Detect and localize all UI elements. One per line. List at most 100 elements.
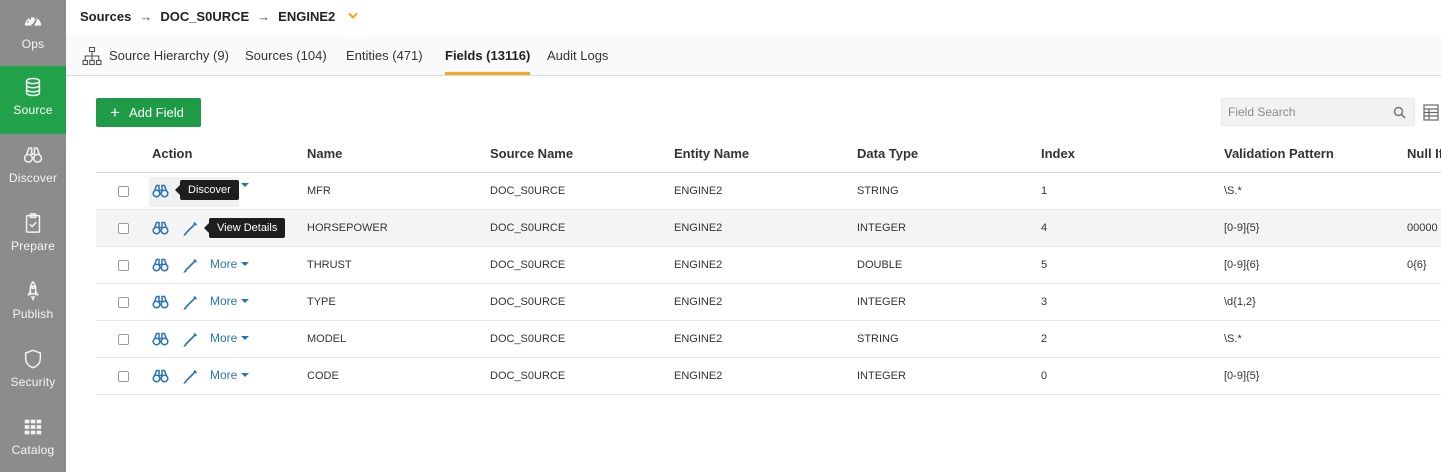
more-dropdown[interactable]: More [210,294,250,308]
table-row[interactable]: More MODEL DOC_S0URCE ENGINE2 STRING 2 \S.* [96,321,1441,358]
validation-pattern-cell: \d{1,2} [1224,296,1256,308]
validation-pattern-cell: [0-9]{5} [1224,370,1260,382]
sidebar-item-label: Security [10,375,56,389]
discover-icon[interactable] [152,295,169,309]
validation-pattern-cell: \S.* [1224,333,1242,345]
field-name-cell: TYPE [307,296,336,308]
tab-source-hierarchy[interactable]: Source Hierarchy (9) [109,48,229,74]
caret-down-icon [241,373,250,377]
search-icon[interactable] [1393,106,1406,119]
index-cell: 4 [1041,222,1048,234]
row-checkbox[interactable] [118,260,129,271]
table-row[interactable]: HORSEPOWER DOC_S0URCE ENGINE2 INTEGER 4 [0-9]… [96,210,1441,247]
sidebar-item-publish[interactable]: Publish [0,270,66,338]
data-type-cell: INTEGER [857,296,906,308]
column-header-index[interactable]: Index [1041,146,1075,161]
field-search-input[interactable] [1222,99,1382,125]
more-label: More [210,331,238,345]
table-row[interactable]: More THRUST DOC_S0URCE ENGINE2 DOUBLE 5 [0-9]{… [96,247,1441,284]
sidebar-item-catalog[interactable]: Catalog [0,406,66,472]
pencil-icon[interactable] [183,368,199,385]
tab-audit-logs[interactable]: Audit Logs [547,48,608,74]
data-type-cell: INTEGER [857,222,906,234]
sidebar-item-prepare[interactable]: Prepare [0,202,66,270]
sidebar-item-source[interactable]: Source [0,66,66,134]
discover-icon[interactable] [152,332,169,346]
tab-entities[interactable]: Entities (471) [346,48,423,74]
sidebar-item-discover[interactable]: Discover [0,134,66,202]
table-row[interactable]: More TYPE DOC_S0URCE ENGINE2 INTEGER 3 \d{1,2} [96,284,1441,321]
validation-pattern-cell: [0-9]{6} [1224,259,1260,271]
column-header-source-name[interactable]: Source Name [490,146,573,161]
plus-icon: + [110,103,120,122]
table-body: MFR DOC_S0URCE ENGINE2 STRING 1 \S.* HORSEPOWE… [96,173,1441,395]
sidebar: Ops Source Discover Prepare Publish Secu… [0,0,66,472]
breadcrumb-sources[interactable]: Sources [80,9,131,24]
tab-sources[interactable]: Sources (104) [245,48,327,74]
index-cell: 3 [1041,296,1048,308]
more-label: More [210,294,238,308]
more-label: More [210,257,238,271]
sidebar-item-label: Prepare [10,239,56,253]
more-dropdown[interactable]: More [210,331,250,345]
tab-fields[interactable]: Fields (13116) [445,48,531,75]
breadcrumb-entity[interactable]: ENGINE2 [278,9,335,24]
pencil-icon[interactable] [183,220,199,237]
field-name-cell: HORSEPOWER [307,222,388,234]
discover-icon[interactable] [152,221,169,235]
more-dropdown[interactable]: More [210,368,250,382]
table-row[interactable]: More CODE DOC_S0URCE ENGINE2 INTEGER 0 [0-9]{5… [96,358,1441,395]
caret-down-icon [241,183,249,187]
sidebar-item-ops[interactable]: Ops [0,0,66,68]
caret-down-icon [241,336,250,340]
sidebar-item-label: Source [13,103,53,117]
caret-down-icon [241,299,250,303]
row-checkbox[interactable] [118,297,129,308]
add-field-label: Add Field [128,105,184,120]
row-checkbox[interactable] [118,334,129,345]
table-columns-icon[interactable] [1423,104,1439,121]
pencil-icon[interactable] [183,257,199,274]
breadcrumb-source[interactable]: DOC_S0URCE [160,9,249,24]
entity-name-cell: ENGINE2 [674,259,723,271]
source-name-cell: DOC_S0URCE [490,333,566,345]
index-cell: 2 [1041,333,1048,345]
row-checkbox[interactable] [118,223,129,234]
table-header: Action Name Source Name Entity Name Data… [96,135,1441,173]
more-dropdown[interactable] [237,183,249,187]
row-checkbox[interactable] [118,371,129,382]
column-header-name[interactable]: Name [307,146,342,161]
entity-name-cell: ENGINE2 [674,185,723,197]
column-header-entity-name[interactable]: Entity Name [674,146,749,161]
source-name-cell: DOC_S0URCE [490,259,566,271]
source-name-cell: DOC_S0URCE [490,185,566,197]
row-checkbox[interactable] [118,186,129,197]
discover-icon[interactable] [152,369,169,383]
fields-table: Action Name Source Name Entity Name Data… [96,135,1441,395]
database-icon [25,77,41,97]
view-details-tooltip: View Details [203,218,286,238]
table-row[interactable]: MFR DOC_S0URCE ENGINE2 STRING 1 \S.* [96,173,1441,210]
sidebar-item-label: Catalog [11,443,55,457]
pencil-icon[interactable] [183,294,199,311]
sidebar-item-security[interactable]: Security [0,338,66,406]
shield-icon [24,349,42,369]
index-cell: 0 [1041,370,1048,382]
entity-name-cell: ENGINE2 [674,333,723,345]
discover-icon[interactable] [152,258,169,272]
sidebar-item-label: Publish [12,307,54,321]
discover-icon[interactable] [152,184,169,198]
chevron-down-icon[interactable] [347,10,359,22]
entity-name-cell: ENGINE2 [674,370,723,382]
column-header-data-type[interactable]: Data Type [857,146,918,161]
add-field-button[interactable]: + Add Field [96,98,201,127]
column-header-validation-pattern[interactable]: Validation Pattern [1224,146,1334,161]
caret-down-icon [241,262,250,266]
data-type-cell: STRING [857,333,899,345]
clipboard-icon [25,213,41,233]
data-type-cell: INTEGER [857,370,906,382]
column-header-null-if[interactable]: Null If [1407,146,1441,161]
more-dropdown[interactable]: More [210,257,250,271]
pencil-icon[interactable] [183,331,199,348]
field-name-cell: MODEL [307,333,347,345]
